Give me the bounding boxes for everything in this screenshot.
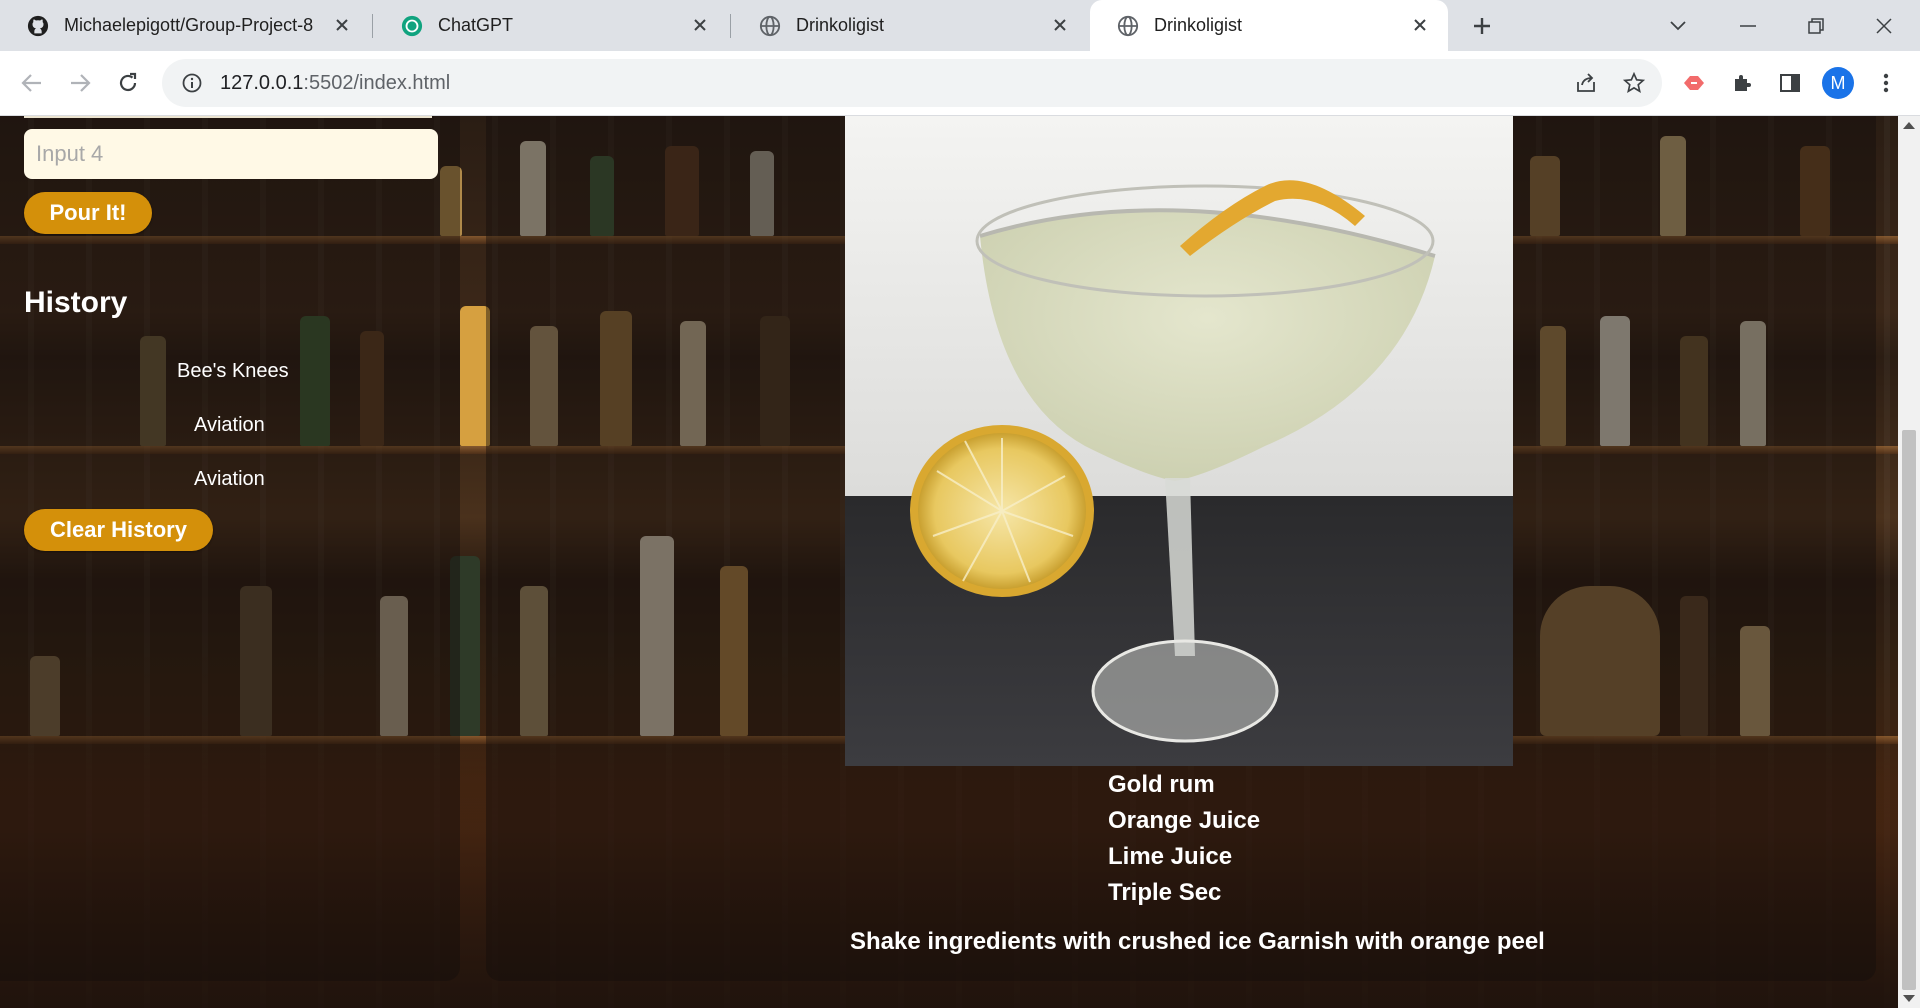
sidebar-panel: Pour It! History Bee's Knees Aviation Av…: [0, 116, 460, 981]
tab-search-icon[interactable]: [1660, 8, 1696, 44]
globe-icon: [1116, 14, 1140, 38]
page-viewport: Pour It! History Bee's Knees Aviation Av…: [0, 116, 1898, 1008]
drink-instructions: Shake ingredients with crushed ice Garni…: [850, 928, 1545, 955]
tab-drinkoligist-active[interactable]: Drinkoligist: [1090, 0, 1448, 51]
ingredient-item: Lime Juice: [1108, 843, 1233, 870]
tab-title: Michaelepigott/Group-Project-8: [64, 15, 314, 35]
input-4-field[interactable]: [24, 129, 438, 179]
menu-kebab-icon[interactable]: [1868, 65, 1904, 101]
globe-icon: [758, 14, 782, 38]
tab-separator: [372, 14, 373, 38]
tab-separator: [730, 14, 731, 38]
history-item[interactable]: Aviation: [194, 468, 265, 491]
tab-title: Drinkoligist: [1154, 15, 1243, 35]
scroll-down-arrow-icon[interactable]: [1903, 994, 1915, 1004]
history-item[interactable]: Bee's Knees: [177, 360, 289, 383]
close-tab-icon[interactable]: [1408, 13, 1432, 37]
new-tab-button[interactable]: [1466, 10, 1498, 42]
cocktail-photo: [845, 116, 1513, 766]
history-heading: History: [24, 286, 128, 319]
browser-toolbar: 127.0.0.1:5502/index.html M: [0, 51, 1920, 116]
scrollbar-thumb[interactable]: [1902, 430, 1916, 990]
github-icon: [26, 14, 50, 38]
address-bar[interactable]: 127.0.0.1:5502/index.html: [162, 59, 1662, 107]
avatar: M: [1822, 67, 1854, 99]
extensions-puzzle-icon[interactable]: [1724, 65, 1760, 101]
share-icon[interactable]: [1568, 65, 1604, 101]
close-tab-icon[interactable]: [688, 13, 712, 37]
chatgpt-icon: [400, 14, 424, 38]
ingredient-item: Orange Juice: [1108, 807, 1261, 834]
url-text: 127.0.0.1:5502/index.html: [220, 72, 450, 95]
history-item[interactable]: Aviation: [194, 414, 265, 437]
restore-icon[interactable]: [1798, 8, 1834, 44]
minimize-icon[interactable]: [1730, 8, 1766, 44]
close-window-icon[interactable]: [1866, 8, 1902, 44]
close-tab-icon[interactable]: [330, 13, 354, 37]
url-host: 127.0.0.1: [220, 71, 304, 94]
tab-title: ChatGPT: [438, 15, 514, 35]
tab-title: Drinkoligist: [796, 15, 885, 35]
ingredient-item: Gold rum: [1108, 771, 1215, 798]
extension-cast-icon[interactable]: [1676, 65, 1712, 101]
reload-icon[interactable]: [110, 65, 146, 101]
close-tab-icon[interactable]: [1048, 13, 1072, 37]
page-scrollbar[interactable]: [1898, 116, 1920, 1008]
side-panel-icon[interactable]: [1772, 65, 1808, 101]
tab-github[interactable]: Michaelepigott/Group-Project-8: [0, 0, 370, 51]
bookmark-star-icon[interactable]: [1616, 65, 1652, 101]
scroll-up-arrow-icon[interactable]: [1903, 120, 1915, 130]
site-info-icon[interactable]: [178, 73, 206, 93]
forward-icon[interactable]: [62, 65, 98, 101]
ingredient-item: Triple Sec: [1108, 879, 1222, 906]
previous-input-edge: [24, 116, 432, 118]
url-path: :5502/index.html: [303, 71, 451, 94]
profile-avatar[interactable]: M: [1820, 65, 1856, 101]
tab-drinkoligist-1[interactable]: Drinkoligist: [732, 0, 1088, 51]
pour-it-button[interactable]: Pour It!: [24, 192, 152, 234]
back-icon[interactable]: [14, 65, 50, 101]
tab-chatgpt[interactable]: ChatGPT: [374, 0, 728, 51]
tab-strip: Michaelepigott/Group-Project-8 ChatGPT D…: [0, 0, 1920, 51]
clear-history-button[interactable]: Clear History: [24, 509, 213, 551]
